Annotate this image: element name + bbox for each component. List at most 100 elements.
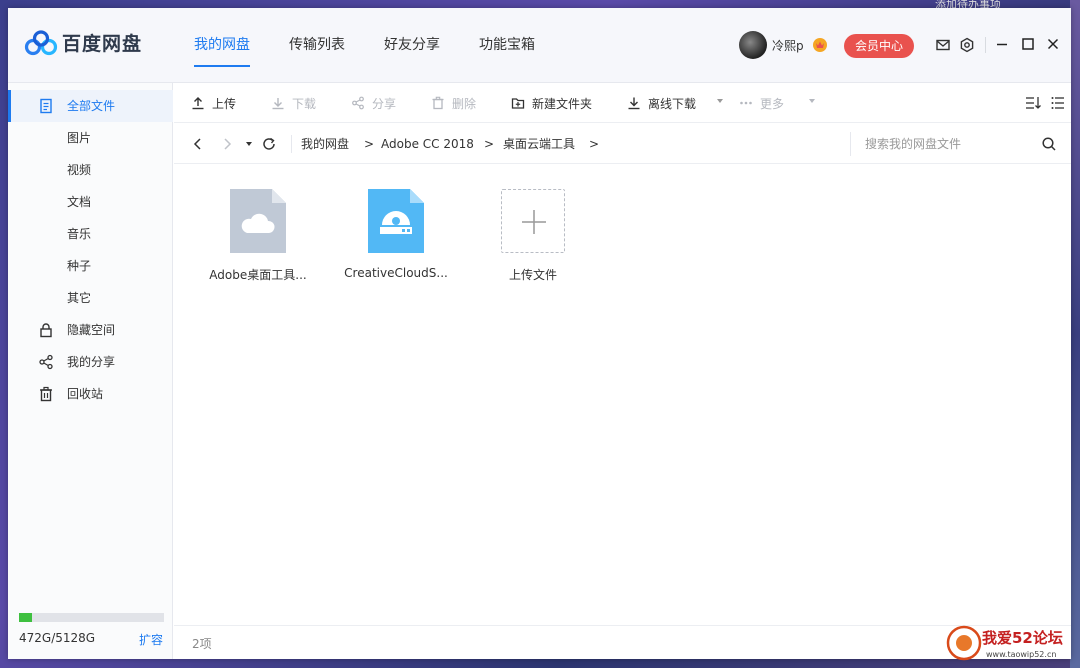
sidebar-item-recycle-bin[interactable]: 回收站 — [8, 378, 173, 410]
delete-label: 删除 — [452, 96, 477, 111]
new-folder-icon — [511, 98, 525, 109]
new-folder-button[interactable]: 新建文件夹 — [511, 83, 592, 123]
list-view-icon[interactable] — [1051, 96, 1065, 110]
file-name: CreativeCloudS... — [344, 266, 448, 280]
forward-arrow-icon[interactable] — [219, 136, 235, 152]
upload-label: 上传 — [212, 96, 237, 111]
address-divider — [291, 135, 292, 153]
sidebar-item-my-share[interactable]: 我的分享 — [8, 346, 173, 378]
sidebar: 全部文件 图片 视频 文档 音乐 种子 其它 隐藏空间 我的分享 回收站 472… — [8, 83, 173, 659]
file-item-creative-cloud-setup[interactable]: CreativeCloudS... — [341, 187, 451, 287]
breadcrumb-desktop-tools[interactable]: 桌面云端工具 — [503, 136, 575, 152]
download-icon — [272, 98, 284, 110]
file-name: Adobe桌面工具... — [209, 268, 307, 282]
file-icon — [40, 98, 52, 114]
trash-icon — [432, 96, 444, 110]
back-arrow-icon[interactable] — [190, 136, 206, 152]
watermark-url: www.taowip52.cn — [986, 650, 1057, 659]
storage-usage-bar — [19, 613, 164, 622]
file-item-adobe-desktop-tool[interactable]: Adobe桌面工具... — [203, 187, 313, 287]
username[interactable]: 冷熙p — [772, 37, 804, 54]
nav-friend-share[interactable]: 好友分享 — [384, 8, 440, 83]
sidebar-item-label: 视频 — [67, 163, 92, 177]
sidebar-item-others[interactable]: 其它 — [8, 282, 173, 314]
sidebar-item-label: 隐藏空间 — [67, 323, 116, 337]
minimize-icon[interactable] — [994, 36, 1010, 52]
item-count: 2项 — [192, 637, 212, 651]
cloud-file-icon — [230, 189, 286, 253]
sidebar-item-label: 音乐 — [67, 227, 92, 241]
upload-icon — [192, 97, 204, 110]
storage-usage-fill — [19, 613, 33, 622]
sidebar-item-videos[interactable]: 视频 — [8, 154, 173, 186]
baidu-netdisk-logo-icon — [24, 29, 58, 55]
lock-icon — [40, 323, 52, 338]
share-icon — [39, 354, 53, 370]
sidebar-item-label: 全部文件 — [67, 99, 116, 113]
upload-file-label[interactable]: 上传文件 — [478, 266, 588, 283]
download-label: 下载 — [292, 96, 317, 111]
nav-my-disk[interactable]: 我的网盘 — [194, 8, 250, 83]
gear-icon[interactable] — [959, 37, 975, 53]
forum-watermark: 我爱52论坛 www.taowip52.cn — [940, 617, 1080, 668]
upload-button[interactable]: 上传 — [191, 83, 236, 123]
app-window: 百度网盘 我的网盘 传输列表 好友分享 功能宝箱 冷熙p 会员中心 全部文件 图… — [8, 8, 1071, 659]
search-input[interactable] — [850, 132, 1050, 156]
sidebar-item-music[interactable]: 音乐 — [8, 218, 173, 250]
sidebar-item-label: 我的分享 — [67, 355, 116, 369]
refresh-icon[interactable] — [261, 136, 277, 152]
status-bar: 2项 — [174, 625, 1071, 659]
expand-storage-link[interactable]: 扩容 — [139, 631, 163, 648]
breadcrumb-my-disk[interactable]: 我的网盘 — [301, 136, 349, 152]
nav-toolbox[interactable]: 功能宝箱 — [479, 8, 535, 83]
breadcrumb-adobe-cc[interactable]: Adobe CC 2018 — [381, 136, 474, 152]
address-bar: 我的网盘 > Adobe CC 2018 > 桌面云端工具 > — [174, 124, 1071, 164]
maximize-icon[interactable] — [1020, 36, 1036, 52]
close-icon[interactable] — [1045, 36, 1061, 52]
avatar[interactable] — [739, 31, 767, 59]
trash-icon — [40, 386, 52, 402]
vip-crown-icon[interactable] — [812, 37, 828, 53]
watermark-text: 我爱52论坛 — [982, 629, 1063, 647]
sidebar-item-label: 图片 — [67, 131, 92, 145]
share-button[interactable]: 分享 — [351, 83, 396, 123]
mail-icon[interactable] — [935, 37, 951, 53]
more-dots-icon — [740, 101, 752, 105]
sidebar-item-hidden-space[interactable]: 隐藏空间 — [8, 314, 173, 346]
offline-download-button[interactable]: 离线下载 — [627, 83, 696, 123]
toolbar: 上传 下载 分享 删除 新建文件夹 离线下载 更多 — [174, 83, 1071, 123]
desktop-background — [1070, 0, 1080, 668]
sidebar-item-all-files[interactable]: 全部文件 — [8, 90, 173, 122]
user-info[interactable]: 冷熙p — [739, 31, 828, 59]
plus-icon — [522, 210, 546, 234]
title-bar: 百度网盘 我的网盘 传输列表 好友分享 功能宝箱 冷熙p 会员中心 — [8, 8, 1071, 83]
sidebar-item-label: 其它 — [67, 291, 92, 305]
new-folder-label: 新建文件夹 — [532, 96, 593, 111]
sidebar-item-label: 回收站 — [67, 387, 104, 401]
more-label: 更多 — [760, 96, 785, 111]
sidebar-item-images[interactable]: 图片 — [8, 122, 173, 154]
file-grid: Adobe桌面工具... CreativeCloudS... 上传文件 — [174, 165, 1071, 625]
history-caret-icon[interactable] — [246, 142, 252, 146]
vip-center-button[interactable]: 会员中心 — [844, 34, 914, 58]
app-logo[interactable]: 百度网盘 — [24, 29, 142, 56]
sidebar-item-documents[interactable]: 文档 — [8, 186, 173, 218]
more-button[interactable]: 更多 — [739, 83, 784, 123]
download-button[interactable]: 下载 — [271, 83, 316, 123]
breadcrumb-separator: > — [484, 137, 495, 151]
upload-file-tile[interactable] — [501, 189, 565, 253]
breadcrumb-separator: > — [589, 137, 600, 151]
more-caret-icon[interactable] — [809, 99, 815, 103]
offline-download-label: 离线下载 — [648, 96, 697, 111]
nav-transfer-list[interactable]: 传输列表 — [289, 8, 345, 83]
share-icon — [352, 96, 364, 110]
app-name: 百度网盘 — [62, 33, 143, 55]
installer-file-icon — [368, 189, 424, 253]
offline-download-caret-icon[interactable] — [717, 99, 723, 103]
delete-button[interactable]: 删除 — [431, 83, 476, 123]
sort-icon[interactable] — [1025, 96, 1041, 110]
sidebar-item-torrents[interactable]: 种子 — [8, 250, 173, 282]
breadcrumb-separator: > — [364, 137, 375, 151]
storage-usage-text: 472G/5128G — [19, 631, 96, 645]
search-icon[interactable] — [1041, 136, 1057, 152]
